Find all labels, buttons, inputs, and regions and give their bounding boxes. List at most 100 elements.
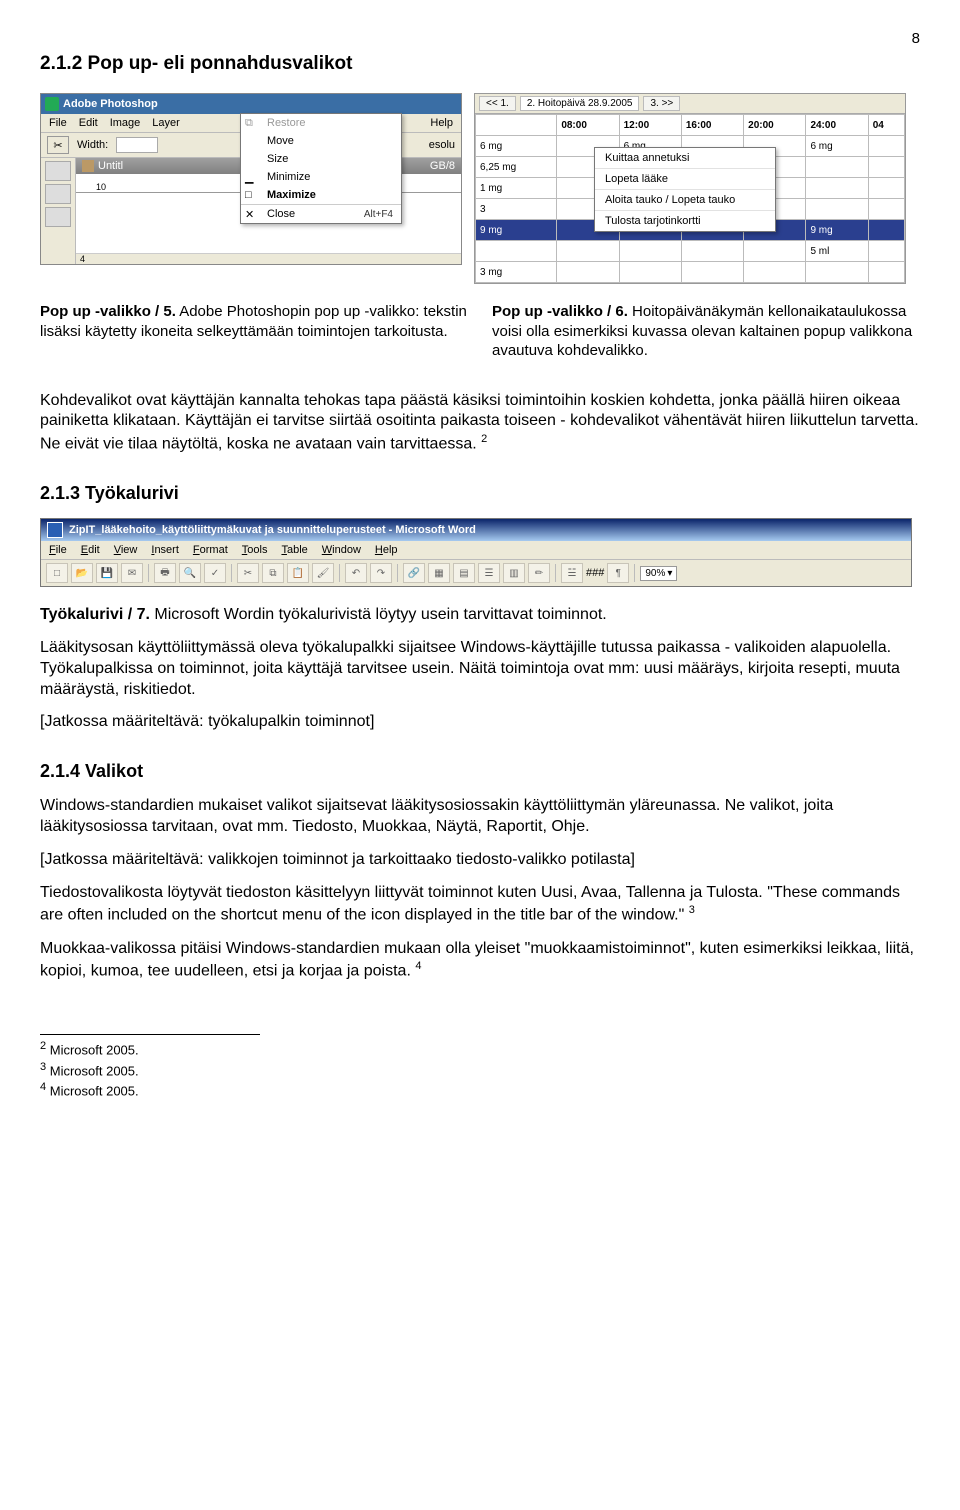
cut-icon[interactable]: ✂: [237, 563, 259, 583]
table-row[interactable]: 3 mg: [476, 262, 905, 283]
app-icon: [45, 97, 59, 111]
figure-row: Adobe Photoshop File Edit Image Layer He…: [40, 93, 920, 284]
menu-maximize[interactable]: □ Maximize: [241, 186, 401, 204]
menu-close-shortcut: Alt+F4: [364, 209, 393, 220]
menu-file[interactable]: File: [49, 544, 67, 556]
excel-icon[interactable]: ☰: [478, 563, 500, 583]
menu-tulosta[interactable]: Tulosta tarjotinkortti: [595, 210, 775, 231]
ps-app-title: Adobe Photoshop: [63, 98, 158, 110]
para-valikot-2: Tiedostovalikosta löytyvät tiedoston käs…: [40, 883, 920, 927]
tab-prev[interactable]: << 1.: [479, 96, 516, 111]
menu-insert[interactable]: Insert: [151, 544, 179, 556]
ps-toolbox: [41, 158, 76, 264]
caption-row: Pop up -valikko / 5. Adobe Photoshopin p…: [40, 302, 920, 373]
word-icon: [47, 522, 63, 538]
open-icon[interactable]: 📂: [71, 563, 93, 583]
tab-active[interactable]: 2. Hoitopäivä 28.9.2005: [520, 96, 640, 111]
footnote-ref-2: 2: [481, 433, 487, 445]
menu-tools[interactable]: Tools: [242, 544, 268, 556]
options-right: esolu: [429, 139, 455, 151]
menu-lopeta-laake[interactable]: Lopeta lääke: [595, 168, 775, 189]
doc-title-right: GB/8: [430, 160, 455, 172]
mail-icon[interactable]: ✉: [121, 563, 143, 583]
footnotes: 2 Microsoft 2005. 3 Microsoft 2005. 4 Mi…: [40, 1034, 260, 1101]
zoom-selector[interactable]: 90% ▾: [640, 566, 677, 581]
para-kohdevalikot: Kohdevalikot ovat käyttäjän kannalta teh…: [40, 391, 920, 456]
menu-file[interactable]: File: [49, 117, 67, 129]
separator: [339, 564, 340, 582]
undo-icon[interactable]: ↶: [345, 563, 367, 583]
ruler-side: 4: [76, 253, 461, 264]
print-icon[interactable]: 🖶: [154, 563, 176, 583]
menu-tauko[interactable]: Aloita tauko / Lopeta tauko: [595, 189, 775, 210]
menu-layer[interactable]: Layer: [152, 117, 180, 129]
insert-table-icon[interactable]: ▤: [453, 563, 475, 583]
menu-table[interactable]: Table: [281, 544, 307, 556]
menu-help[interactable]: Help: [375, 544, 398, 556]
table-row[interactable]: 5 ml: [476, 241, 905, 262]
menu-restore: ⧉ Restore: [241, 114, 401, 132]
zoom-value: 90%: [645, 568, 665, 579]
docmap-icon[interactable]: ☱: [561, 563, 583, 583]
tool-icon[interactable]: [45, 161, 71, 181]
restore-icon: ⧉: [245, 117, 259, 129]
menu-close-label: Close: [267, 208, 295, 220]
copy-icon[interactable]: ⧉: [262, 563, 284, 583]
word-menubar: File Edit View Insert Format Tools Table…: [41, 541, 911, 560]
paste-icon[interactable]: 📋: [287, 563, 309, 583]
hyperlink-icon[interactable]: 🔗: [403, 563, 425, 583]
separator: [397, 564, 398, 582]
format-painter-icon[interactable]: 🖌: [312, 563, 334, 583]
menu-edit[interactable]: Edit: [79, 117, 98, 129]
spellcheck-icon[interactable]: ✓: [204, 563, 226, 583]
chevron-down-icon: ▾: [667, 568, 672, 579]
menu-window[interactable]: Window: [322, 544, 361, 556]
footnote-2: 2 Microsoft 2005.: [40, 1039, 260, 1060]
ruler-mark: 10: [96, 182, 106, 192]
col-2000: 20:00: [744, 115, 806, 136]
maximize-icon: □: [245, 189, 259, 201]
menu-move[interactable]: Move: [241, 132, 401, 150]
tab-next[interactable]: 3. >>: [643, 96, 680, 111]
separator: [231, 564, 232, 582]
heading-tyokalurivi: 2.1.3 Työkalurivi: [40, 483, 920, 504]
menu-size[interactable]: Size: [241, 150, 401, 168]
crop-tool-icon[interactable]: ✂: [47, 136, 69, 154]
menu-view[interactable]: View: [114, 544, 138, 556]
show-hide-icon[interactable]: ¶: [607, 563, 629, 583]
save-icon[interactable]: 💾: [96, 563, 118, 583]
drawing-icon[interactable]: ✏: [528, 563, 550, 583]
footnote-3: 3 Microsoft 2005.: [40, 1060, 260, 1081]
preview-icon[interactable]: 🔍: [179, 563, 201, 583]
menu-close[interactable]: ✕ Close Alt+F4: [241, 204, 401, 223]
col-1200: 12:00: [619, 115, 681, 136]
menu-edit[interactable]: Edit: [81, 544, 100, 556]
col-0800: 08:00: [557, 115, 619, 136]
bracket-tool: [Jatkossa määriteltävä: työkalupalkin to…: [40, 712, 920, 733]
caption-word: Työkalurivi / 7. Microsoft Wordin työkal…: [40, 605, 920, 626]
menu-minimize[interactable]: ▁ Minimize: [241, 168, 401, 186]
menu-format[interactable]: Format: [193, 544, 228, 556]
menu-restore-label: Restore: [267, 117, 306, 129]
width-input[interactable]: [116, 137, 158, 153]
menu-kuittaa[interactable]: Kuittaa annetuksi: [595, 148, 775, 168]
menu-move-label: Move: [267, 135, 294, 147]
separator: [148, 564, 149, 582]
new-icon[interactable]: □: [46, 563, 68, 583]
tool-icon[interactable]: [45, 207, 71, 227]
menu-help[interactable]: Help: [430, 117, 453, 129]
footnote-ref-3: 3: [689, 904, 695, 916]
para-tool: Lääkitysosan käyttöliittymässä oleva työ…: [40, 638, 920, 700]
tables-icon[interactable]: ▦: [428, 563, 450, 583]
columns-icon[interactable]: ▥: [503, 563, 525, 583]
bracket-valikot: [Jatkossa määriteltävä: valikkojen toimi…: [40, 850, 920, 871]
word-toolbar: □ 📂 💾 ✉ 🖶 🔍 ✓ ✂ ⧉ 📋 🖌 ↶ ↷ 🔗 ▦ ▤ ☰ ▥ ✏ ☱#…: [41, 560, 911, 586]
cal-header-row: 08:00 12:00 16:00 20:00 24:00 04: [476, 115, 905, 136]
doc-title-left: Untitl: [98, 160, 123, 172]
tool-icon[interactable]: [45, 184, 71, 204]
para-valikot-1: Windows-standardien mukaiset valikot sij…: [40, 796, 920, 838]
redo-icon[interactable]: ↷: [370, 563, 392, 583]
menu-image[interactable]: Image: [110, 117, 141, 129]
figure-calendar: << 1. 2. Hoitopäivä 28.9.2005 3. >> 08:0…: [474, 93, 904, 284]
caption-calendar: Pop up -valikko / 6. Hoitopäivänäkymän k…: [492, 302, 920, 361]
